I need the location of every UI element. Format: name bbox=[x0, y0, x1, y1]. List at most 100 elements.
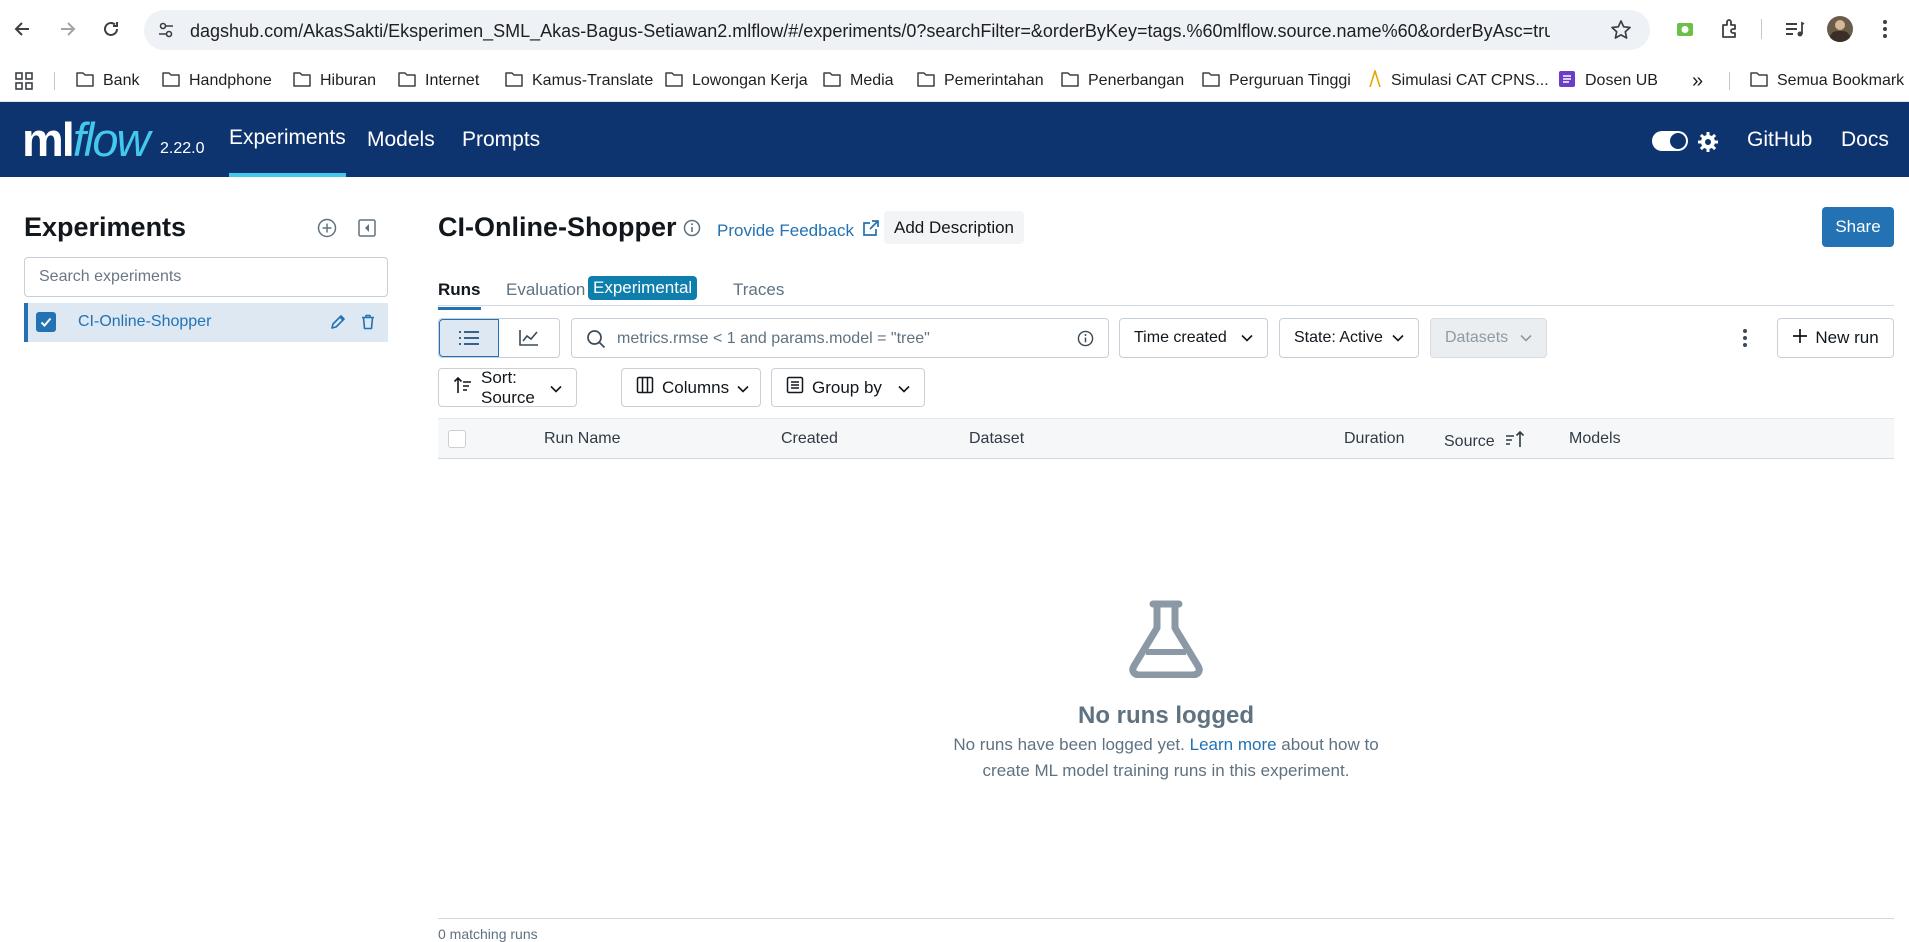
bookmark-folder[interactable]: Internet bbox=[398, 70, 479, 92]
github-link[interactable]: GitHub bbox=[1747, 102, 1812, 177]
provide-feedback-link[interactable]: Provide Feedback bbox=[717, 219, 880, 242]
folder-icon bbox=[505, 71, 523, 92]
column-created[interactable]: Created bbox=[781, 430, 838, 448]
bookmark-star-icon[interactable] bbox=[1610, 19, 1632, 46]
bookmark-label: Semua Bookmark bbox=[1777, 72, 1905, 89]
search-experiments-input[interactable] bbox=[24, 257, 388, 297]
folder-icon bbox=[917, 71, 935, 92]
filter-info-icon[interactable] bbox=[1077, 330, 1094, 352]
bookmark-folder[interactable]: Handphone bbox=[162, 70, 272, 92]
run-filter-input[interactable]: metrics.rmse < 1 and params.model = "tre… bbox=[571, 318, 1109, 358]
experiment-list-item[interactable]: CI-Online-Shopper bbox=[24, 303, 388, 342]
bookmark-folder[interactable]: Kamus-Translate bbox=[505, 70, 653, 92]
bookmark-folder[interactable]: Perguruan Tinggi bbox=[1202, 70, 1351, 92]
edit-pencil-icon[interactable] bbox=[328, 312, 348, 332]
bookmark-label: Lowongan Kerja bbox=[692, 72, 808, 89]
address-bar[interactable]: dagshub.com/AkasSakti/Eksperimen_SML_Aka… bbox=[144, 10, 1650, 50]
extensions-puzzle-icon[interactable] bbox=[1716, 15, 1744, 43]
chevron-down-icon bbox=[1520, 329, 1532, 347]
dropdown-label: State: Active bbox=[1294, 329, 1383, 346]
logo-flow-text: flow bbox=[72, 113, 151, 166]
folder-icon bbox=[1750, 71, 1768, 92]
bookmark-folder[interactable]: Lowongan Kerja bbox=[665, 70, 808, 92]
bookmarks-overflow-icon[interactable]: » bbox=[1692, 70, 1703, 92]
bookmark-link[interactable]: Dosen UB bbox=[1558, 70, 1658, 92]
sort-button[interactable]: Sort: Source bbox=[438, 368, 577, 407]
bookmark-folder[interactable]: Pemerintahan bbox=[917, 70, 1044, 92]
column-models[interactable]: Models bbox=[1569, 430, 1621, 448]
more-options-icon[interactable] bbox=[1735, 324, 1755, 352]
mlflow-logo[interactable]: mlflow bbox=[22, 112, 151, 167]
bookmark-label: Hiburan bbox=[320, 72, 377, 89]
search-icon bbox=[586, 329, 606, 354]
sidebar-title: Experiments bbox=[24, 212, 187, 242]
reload-icon[interactable] bbox=[96, 14, 126, 44]
bookmark-label: Kamus-Translate bbox=[532, 72, 654, 89]
feedback-label: Provide Feedback bbox=[717, 220, 855, 240]
add-experiment-icon[interactable] bbox=[315, 216, 339, 240]
learn-more-link[interactable]: Learn more bbox=[1190, 735, 1277, 754]
bookmark-folder[interactable]: Hiburan bbox=[293, 70, 376, 92]
column-source-label: Source bbox=[1444, 432, 1495, 450]
folder-icon bbox=[293, 71, 311, 92]
empty-state-description: No runs have been logged yet. Learn more… bbox=[938, 732, 1394, 784]
dropdown-label: Datasets bbox=[1445, 329, 1509, 346]
bookmark-label: Perguruan Tinggi bbox=[1229, 72, 1351, 89]
chart-view-icon[interactable] bbox=[499, 319, 559, 357]
delete-trash-icon[interactable] bbox=[358, 312, 378, 332]
add-description-button[interactable]: Add Description bbox=[884, 211, 1025, 244]
bookmarks-bar: Bank Handphone Hiburan Internet Kamus-Tr… bbox=[0, 58, 1909, 102]
toolbar-divider bbox=[1761, 19, 1762, 39]
folder-icon bbox=[1202, 71, 1220, 92]
folder-icon bbox=[398, 71, 416, 92]
column-duration[interactable]: Duration bbox=[1344, 430, 1404, 448]
folder-icon bbox=[162, 71, 180, 92]
collapse-sidebar-icon[interactable] bbox=[355, 216, 379, 240]
browser-menu-icon[interactable] bbox=[1871, 15, 1899, 43]
media-control-icon[interactable] bbox=[1780, 15, 1808, 43]
select-all-checkbox[interactable] bbox=[448, 430, 466, 448]
tab-traces[interactable]: Traces bbox=[733, 280, 784, 300]
state-dropdown[interactable]: State: Active bbox=[1279, 318, 1419, 358]
info-icon[interactable] bbox=[683, 219, 701, 242]
column-run-name[interactable]: Run Name bbox=[544, 430, 620, 448]
columns-button[interactable]: Columns bbox=[621, 368, 761, 407]
url-text[interactable]: dagshub.com/AkasSakti/Eksperimen_SML_Aka… bbox=[190, 21, 1550, 42]
all-bookmarks-folder[interactable]: Semua Bookmark bbox=[1750, 70, 1904, 92]
extension-camera-icon[interactable] bbox=[1671, 15, 1699, 43]
bookmark-link[interactable]: Simulasi CAT CPNS... bbox=[1368, 67, 1549, 92]
gear-icon[interactable] bbox=[1697, 131, 1719, 153]
nav-prompts[interactable]: Prompts bbox=[462, 102, 540, 177]
bookmarks-divider bbox=[1729, 72, 1730, 90]
forward-icon[interactable] bbox=[52, 14, 82, 44]
view-mode-switch bbox=[438, 318, 560, 358]
list-view-icon[interactable] bbox=[439, 319, 500, 357]
time-created-dropdown[interactable]: Time created bbox=[1119, 318, 1268, 358]
new-run-button[interactable]: New run bbox=[1777, 318, 1894, 358]
profile-avatar[interactable] bbox=[1826, 15, 1854, 43]
share-button[interactable]: Share bbox=[1822, 207, 1894, 247]
theme-toggle[interactable] bbox=[1652, 131, 1688, 151]
experiment-title: CI-Online-Shopper bbox=[438, 212, 677, 242]
nav-experiments[interactable]: Experiments bbox=[229, 102, 346, 177]
site-info-icon[interactable] bbox=[154, 18, 178, 42]
bookmark-folder[interactable]: Bank bbox=[76, 70, 139, 92]
experiment-checkbox[interactable] bbox=[36, 312, 56, 332]
mlflow-header: mlflow 2.22.0 Experiments Models Prompts… bbox=[0, 102, 1909, 177]
back-icon[interactable] bbox=[8, 14, 38, 44]
tab-evaluation[interactable]: Evaluation bbox=[506, 280, 585, 300]
column-dataset[interactable]: Dataset bbox=[969, 430, 1024, 448]
bookmark-folder[interactable]: Media bbox=[823, 70, 894, 92]
docs-link[interactable]: Docs bbox=[1841, 102, 1889, 177]
bookmark-label: Bank bbox=[103, 72, 140, 89]
sort-ascending-icon bbox=[1505, 430, 1525, 453]
apps-grid-icon[interactable] bbox=[14, 70, 34, 92]
nav-models[interactable]: Models bbox=[367, 102, 435, 177]
bookmark-folder[interactable]: Penerbangan bbox=[1061, 70, 1184, 92]
bookmark-label: Dosen UB bbox=[1585, 72, 1658, 89]
plus-icon bbox=[1792, 328, 1808, 349]
column-source[interactable]: Source bbox=[1444, 430, 1525, 453]
experiment-name[interactable]: CI-Online-Shopper bbox=[78, 313, 211, 331]
tab-runs[interactable]: Runs bbox=[438, 280, 481, 310]
group-by-button[interactable]: Group by bbox=[771, 368, 925, 407]
